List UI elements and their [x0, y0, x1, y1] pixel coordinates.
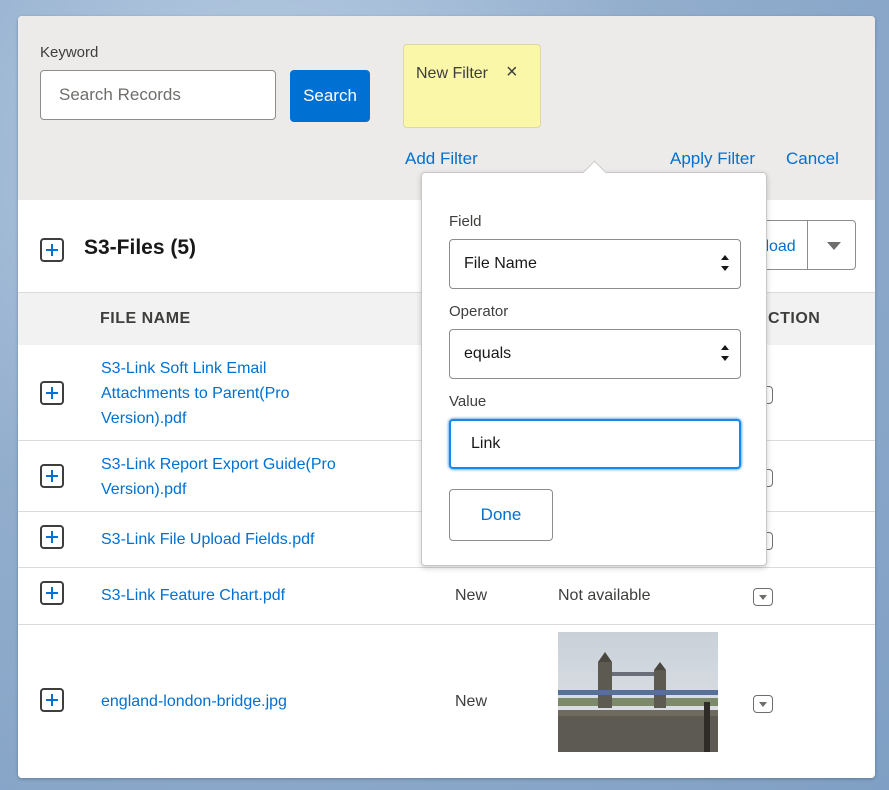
value-label: Value — [449, 393, 487, 410]
field-label: Field — [449, 213, 482, 230]
status-cell: New — [455, 587, 488, 604]
filter-popover: Field File Name Operator equals Value Do… — [421, 160, 767, 566]
operator-select-value: equals — [464, 345, 512, 362]
plus-square-icon[interactable] — [40, 688, 64, 712]
plus-square-icon[interactable] — [40, 581, 64, 605]
search-input[interactable] — [40, 70, 276, 120]
column-file-name[interactable]: FILE NAME — [100, 310, 191, 328]
chevron-down-icon[interactable] — [753, 695, 773, 713]
files-card: Keyword Search New Filter × Add Filter A… — [18, 16, 875, 778]
field-select-value: File Name — [464, 255, 537, 272]
field-select[interactable]: File Name — [449, 239, 741, 289]
file-name-link[interactable]: S3-Link Report Export Guide(Pro Version)… — [101, 452, 401, 502]
value-input[interactable] — [449, 419, 741, 469]
up-down-arrows-icon — [720, 253, 730, 275]
filter-chip-label: New Filter — [416, 65, 489, 82]
filter-chip[interactable]: New Filter × — [403, 44, 541, 128]
apply-filter-link[interactable]: Apply Filter — [670, 149, 755, 169]
chevron-down-icon[interactable] — [753, 588, 773, 606]
divider — [807, 221, 808, 269]
add-filter-link[interactable]: Add Filter — [405, 149, 478, 169]
operator-label: Operator — [449, 303, 509, 320]
done-button[interactable]: Done — [449, 489, 553, 541]
close-icon[interactable]: × — [506, 62, 524, 82]
file-name-link[interactable]: S3-Link Soft Link Email Attachments to P… — [101, 356, 351, 431]
status-cell: New — [455, 693, 488, 710]
file-name-link[interactable]: S3-Link File Upload Fields.pdf — [101, 527, 314, 552]
up-down-arrows-icon — [720, 343, 730, 365]
object-title: S3-Files (5) — [84, 236, 197, 259]
plus-square-icon[interactable] — [40, 381, 64, 405]
file-name-link[interactable]: england-london-bridge.jpg — [101, 689, 287, 714]
operator-select[interactable]: equals — [449, 329, 741, 379]
plus-square-icon[interactable] — [40, 525, 64, 549]
chevron-down-icon[interactable] — [820, 235, 856, 255]
plus-square-icon[interactable] — [40, 238, 64, 262]
table-row: S3-Link Feature Chart.pdf New Not availa… — [18, 568, 875, 625]
cancel-link[interactable]: Cancel — [786, 149, 839, 169]
table-row: england-london-bridge.jpg New — [18, 625, 875, 778]
file-name-link[interactable]: S3-Link Feature Chart.pdf — [101, 583, 285, 608]
preview-cell: Not available — [558, 587, 651, 604]
search-button[interactable]: Search — [290, 70, 370, 122]
plus-square-icon[interactable] — [40, 464, 64, 488]
keyword-label: Keyword — [40, 44, 99, 61]
image-thumbnail[interactable] — [558, 632, 718, 752]
